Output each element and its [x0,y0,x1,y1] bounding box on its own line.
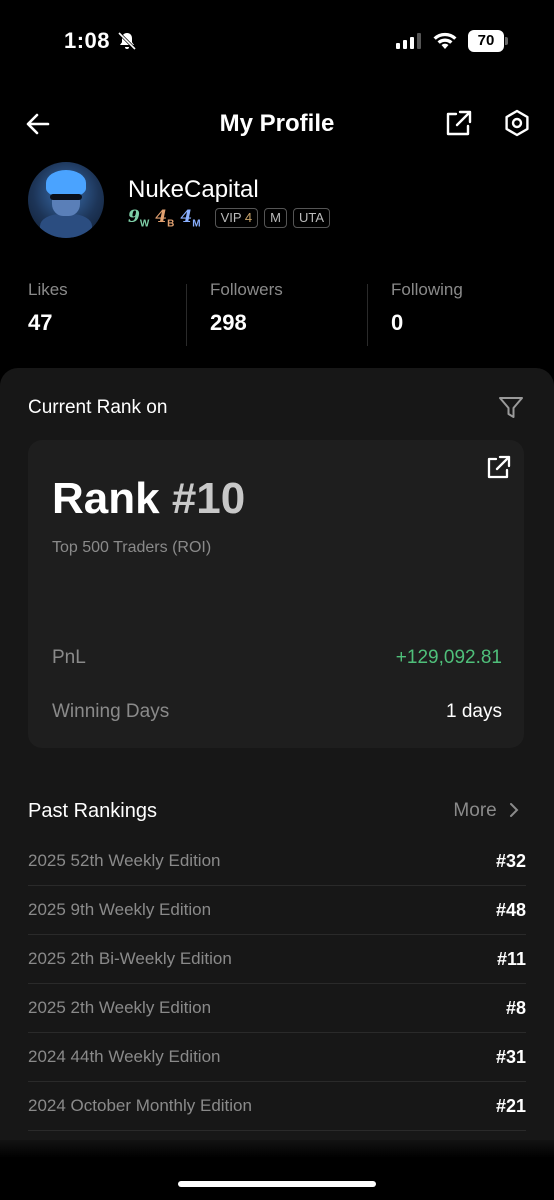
edition-name: 2025 52th Weekly Edition [28,851,221,870]
level-badge-m: 4M [180,206,201,230]
edition-rank: #8 [505,997,526,1018]
level-badge-b: 4B [155,206,175,230]
decorative-lines [259,446,524,625]
filter-icon[interactable] [498,396,524,425]
top-nav-bar: My Profile [0,100,554,148]
rank-subtitle: Top 500 Traders (ROI) [52,539,212,556]
past-rankings-heading: Past Rankings [28,800,157,822]
list-item[interactable]: 2025 2th Weekly Edition #8 [28,984,526,1033]
pnl-value: +129,092.81 [395,647,502,668]
share-icon[interactable] [442,108,474,145]
battery-level: 70 [468,30,504,52]
current-rank-card[interactable]: Rank #10 Top 500 Traders (ROI) PnL +129,… [28,440,524,748]
stat-likes[interactable]: Likes 47 [28,280,68,336]
bottom-fade [0,1140,554,1200]
edition-rank: #11 [496,948,526,969]
wifi-icon [432,31,458,56]
list-item[interactable]: 2024 44th Weekly Edition #31 [28,1033,526,1082]
settings-hexagon-icon[interactable] [502,108,532,143]
stat-value: 47 [28,310,53,335]
cellular-signal-icon [396,33,422,54]
stat-value: 0 [391,310,404,335]
edition-name: 2025 2th Weekly Edition [28,998,212,1017]
username: NukeCapital [128,176,259,203]
current-rank-heading: Current Rank on [28,397,168,418]
stat-following[interactable]: Following 0 [391,280,463,336]
chevron-right-icon [510,803,519,817]
stat-value: 298 [210,310,247,335]
tag-m: M [264,208,287,228]
edition-name: 2025 9th Weekly Edition [28,900,212,919]
rank-title: Rank #10 [52,474,246,523]
more-label: More [453,800,497,821]
pnl-label: PnL [52,647,86,668]
list-item[interactable]: 2025 9th Weekly Edition #48 [28,886,526,935]
stat-divider [367,284,368,346]
list-item[interactable]: 2024 October Monthly Edition #21 [28,1082,526,1131]
edition-rank: #21 [495,1095,526,1116]
profile-stats: Likes 47 Followers 298 Following 0 [0,280,554,350]
status-time: 1:08 [64,28,111,53]
winning-days-value: 1 days [446,701,502,722]
edition-rank: #48 [495,899,526,920]
winning-days-label: Winning Days [52,701,170,722]
edition-rank: #31 [495,1046,526,1067]
stat-divider [186,284,187,346]
past-rankings-list: 2025 52th Weekly Edition #32 2025 9th Wee… [28,837,526,1131]
edition-name: 2024 October Monthly Edition [28,1096,252,1115]
stat-followers[interactable]: Followers 298 [210,280,283,336]
edition-name: 2025 2th Bi-Weekly Edition [28,949,232,968]
stat-label: Likes [28,280,68,299]
more-button[interactable]: More [453,800,520,822]
vip-badge: VIP 4 [214,208,259,228]
muted-bell-icon [116,30,138,57]
level-badge-w: 9W [128,206,150,230]
tag-uta: UTA [292,208,331,228]
list-item[interactable]: 2025 2th Bi-Weekly Edition #11 [28,935,526,984]
battery-tip [505,37,508,45]
edition-name: 2024 44th Weekly Edition [28,1047,221,1066]
stat-label: Following [391,280,463,299]
stat-label: Followers [210,280,283,299]
status-bar: 1:08 70 [0,0,554,84]
open-external-icon[interactable] [484,454,512,487]
avatar[interactable] [28,162,104,238]
edition-rank: #32 [495,850,526,871]
user-badges: 9W 4B 4M VIP 4 M UTA [128,206,331,230]
list-item[interactable]: 2025 52th Weekly Edition #32 [28,837,526,886]
home-indicator[interactable] [178,1181,376,1187]
